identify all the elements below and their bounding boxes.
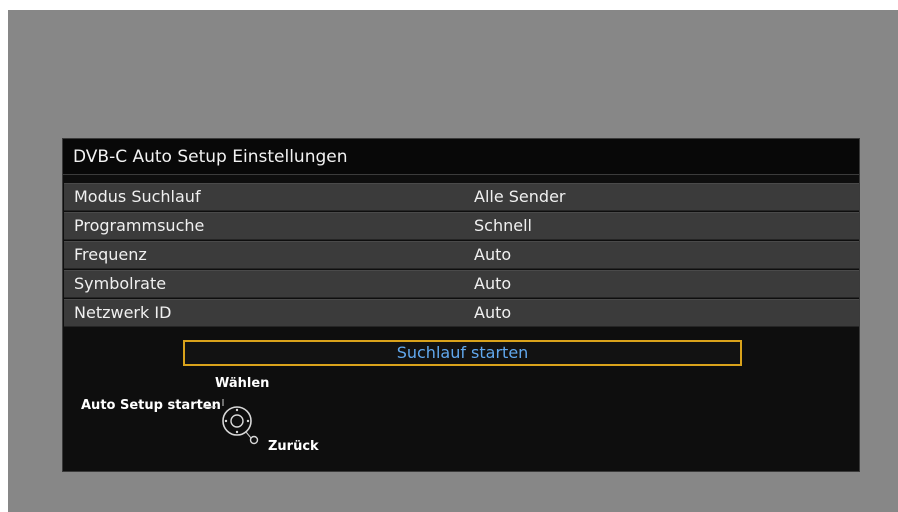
back-hint: Zurück [268, 439, 319, 454]
setting-row-program-search[interactable]: Programmsuche Schnell [64, 212, 859, 240]
setting-label: Netzwerk ID [74, 303, 172, 322]
setting-value: Auto [474, 245, 512, 264]
setting-label: Frequenz [74, 245, 147, 264]
tv-screen: DVB-C Auto Setup Einstellungen Modus Suc… [8, 10, 898, 512]
setting-row-search-mode[interactable]: Modus Suchlauf Alle Sender [64, 183, 859, 211]
setting-row-symbol-rate[interactable]: Symbolrate Auto [64, 270, 859, 298]
setting-value: Alle Sender [474, 187, 566, 206]
setting-label: Modus Suchlauf [74, 187, 201, 206]
start-auto-setup-hint: Auto Setup starten [81, 398, 221, 413]
setting-value: Auto [474, 274, 512, 293]
setting-row-network-id[interactable]: Netzwerk ID Auto [64, 299, 859, 327]
dialog-title: DVB-C Auto Setup Einstellungen [63, 139, 859, 175]
start-search-button[interactable]: Suchlauf starten [183, 340, 742, 366]
settings-list: Modus Suchlauf Alle Sender Programmsuche… [64, 183, 859, 328]
setting-value: Auto [474, 303, 512, 322]
setting-label: Symbolrate [74, 274, 167, 293]
select-hint: Wählen [215, 376, 270, 391]
setting-row-frequency[interactable]: Frequenz Auto [64, 241, 859, 269]
navigation-joystick-icon [203, 399, 259, 445]
auto-setup-dialog: DVB-C Auto Setup Einstellungen Modus Suc… [62, 138, 860, 472]
setting-value: Schnell [474, 216, 532, 235]
setting-label: Programmsuche [74, 216, 205, 235]
